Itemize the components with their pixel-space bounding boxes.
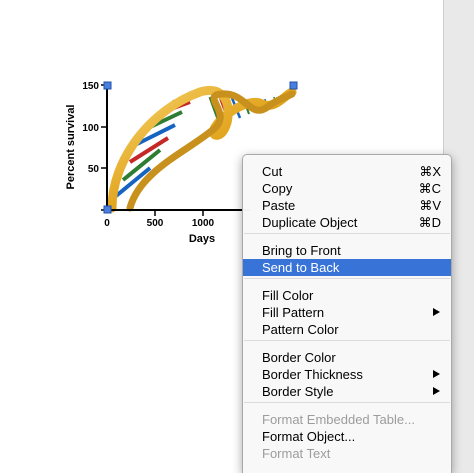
selection-handle-top-right[interactable] <box>289 81 298 90</box>
x-tick-label: 500 <box>147 218 164 229</box>
menu-item-label: Cut <box>262 164 283 179</box>
menu-item-bring-to-front[interactable]: Bring to Front <box>243 242 451 259</box>
x-tick-label: 0 <box>104 218 110 229</box>
submenu-arrow-icon <box>433 308 440 316</box>
menu-item-cut[interactable]: Cut ⌘X <box>243 163 451 180</box>
y-tick-label: 100 <box>82 123 99 134</box>
menu-item-send-to-back[interactable]: Send to Back <box>243 259 451 276</box>
context-menu: Cut ⌘X Copy ⌘C Paste ⌘V Duplicate Object ⌘D Brin… <box>242 154 452 473</box>
menu-item-copy[interactable]: Copy ⌘C <box>243 180 451 197</box>
menu-item-label: Fill Pattern <box>262 305 325 320</box>
x-tick-label: 1000 <box>192 218 215 229</box>
submenu-arrow-icon <box>433 370 440 378</box>
menu-separator <box>244 340 450 341</box>
menu-item-label: Pattern Color <box>262 322 339 337</box>
y-axis-title: Percent survival <box>65 105 77 190</box>
menu-item-shortcut: ⌘V <box>419 198 441 213</box>
menu-item-paste[interactable]: Paste ⌘V <box>243 197 451 214</box>
menu-item-fill-color[interactable]: Fill Color <box>243 287 451 304</box>
selection-handle-bottom-left[interactable] <box>103 205 112 214</box>
menu-item-shortcut: ⌘X <box>419 164 441 179</box>
menu-separator <box>244 402 450 403</box>
menu-item-shortcut: ⌘C <box>418 181 441 196</box>
menu-item-format-text: Format Text <box>243 445 451 462</box>
menu-item-pattern-color[interactable]: Pattern Color <box>243 321 451 338</box>
menu-item-format-object[interactable]: Format Object... <box>243 428 451 445</box>
menu-separator <box>244 278 450 279</box>
menu-item-border-style[interactable]: Border Style <box>243 383 451 400</box>
menu-item-label: Copy <box>262 181 293 196</box>
menu-item-format-embedded-table: Format Embedded Table... <box>243 411 451 428</box>
x-axis-title: Days <box>189 233 215 245</box>
menu-item-label: Duplicate Object <box>262 215 358 230</box>
submenu-arrow-icon <box>433 387 440 395</box>
menu-item-label: Fill Color <box>262 288 314 303</box>
menu-item-label: Border Style <box>262 384 334 399</box>
menu-item-fill-pattern[interactable]: Fill Pattern <box>243 304 451 321</box>
y-tick-label: 50 <box>88 164 100 175</box>
menu-item-label: Send to Back <box>262 260 340 275</box>
menu-item-label: Format Object... <box>262 429 356 444</box>
menu-item-border-thickness[interactable]: Border Thickness <box>243 366 451 383</box>
menu-item-shortcut: ⌘D <box>418 215 441 230</box>
menu-item-label: Border Thickness <box>262 367 363 382</box>
y-tick-label: 150 <box>82 81 99 92</box>
selection-handle-top-left[interactable] <box>103 81 112 90</box>
menu-item-label: Bring to Front <box>262 243 341 258</box>
menu-item-border-color[interactable]: Border Color <box>243 349 451 366</box>
menu-item-label: Paste <box>262 198 296 213</box>
menu-item-label: Format Embedded Table... <box>262 412 415 427</box>
menu-item-duplicate-object[interactable]: Duplicate Object ⌘D <box>243 214 451 231</box>
menu-item-label: Border Color <box>262 350 336 365</box>
menu-item-label: Format Text <box>262 446 331 461</box>
menu-separator <box>244 233 450 234</box>
